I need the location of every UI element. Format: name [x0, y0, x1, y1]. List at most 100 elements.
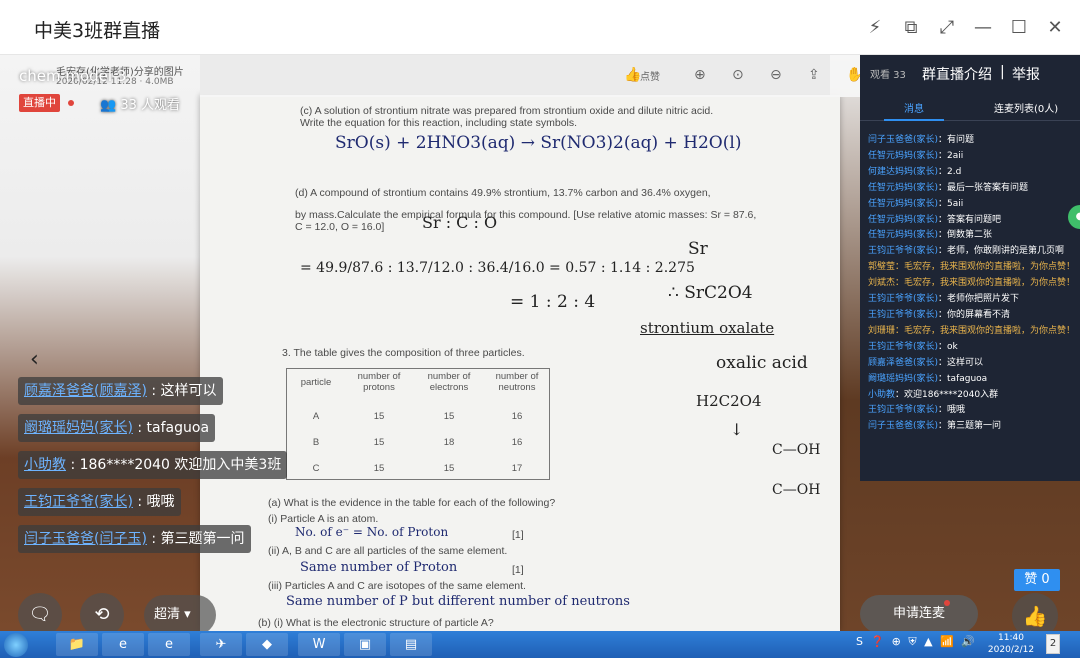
table-cell: B: [312, 437, 320, 448]
composition-table: particle number of protons number of ele…: [286, 368, 550, 480]
chat-user[interactable]: 刘斌杰: [868, 278, 895, 288]
chat-user[interactable]: 王钧正爷爷(家长): [868, 405, 938, 415]
chat-user[interactable]: 刘珊珊: [868, 326, 895, 336]
chat-user[interactable]: 王钧正爷爷(家长): [868, 294, 938, 304]
report-link[interactable]: 举报: [1012, 64, 1040, 84]
chat-user[interactable]: 闫子玉爸爸(家长): [868, 421, 938, 431]
tab-messages[interactable]: 消息: [904, 100, 924, 115]
question-3-text: 3. The table gives the composition of th…: [282, 347, 525, 359]
browser-icon[interactable]: e: [102, 633, 144, 656]
handwritten-structure-2: C—OH: [772, 482, 821, 498]
chat-user[interactable]: 任智元妈妈(家长): [868, 183, 938, 193]
danmaku-user[interactable]: 小助教: [24, 457, 66, 473]
minimize-button[interactable]: —: [968, 14, 998, 42]
chat-user[interactable]: 何建达妈妈(家长): [868, 167, 938, 177]
table-cell: C: [312, 463, 320, 474]
chat-text: ：老师，你敢刚讲的是第几页啊: [938, 246, 1065, 257]
people-icon: 👥: [100, 98, 121, 113]
handwritten-answer-aiii: Same number of P but different number of…: [286, 594, 630, 609]
table-cell: 16: [511, 411, 523, 422]
handwritten-equation: SrO(s) + 2HNO3(aq) → Sr(NO3)2(aq) + H2O(…: [335, 133, 742, 153]
chat-user[interactable]: 闫子玉爸爸(家长): [868, 135, 938, 145]
table-cell: 18: [443, 437, 455, 448]
chat-panel: 观看 33 群直播介绍 | 举报 消息 连麦列表(0人) 闫子玉爸爸(家长)：有…: [860, 55, 1080, 481]
chat-text: ：tafaguoa: [938, 373, 988, 384]
danmaku-message: 闫子玉爸爸(闫子玉) : 第三题第一问: [18, 525, 251, 553]
zoom-out-icon[interactable]: ⊖: [770, 67, 782, 83]
question-a-ii: (ii) A, B and C are all particles of the…: [268, 545, 508, 557]
thumbs-up-icon[interactable]: 👍: [1012, 593, 1058, 631]
start-button[interactable]: [4, 633, 28, 657]
show-desktop-button[interactable]: 2: [1046, 634, 1060, 654]
chat-text: ：毛宏存，我来围观你的直播啦，为你点赞！: [895, 262, 1076, 273]
watch-count: 观看 33: [870, 70, 906, 81]
viewer-count-text: 33 人观看: [120, 98, 181, 113]
chat-system-message: 郭璧莹：毛宏存，我来围观你的直播啦，为你点赞！: [868, 260, 1076, 276]
table-header: particle: [300, 377, 332, 388]
live-video-stage[interactable]: (c) A solution of strontium nitrate was …: [0, 55, 1080, 631]
word-icon[interactable]: W: [298, 633, 340, 656]
system-tray[interactable]: S ❓ ⊕ ⛨ ▲ 📶 🔊: [856, 635, 977, 649]
chat-text: ：5aii: [938, 198, 964, 209]
handwritten-sr: Sr: [688, 239, 708, 259]
zoom-reset-icon[interactable]: ⊙: [732, 67, 744, 83]
chat-user[interactable]: 任智元妈妈(家长): [868, 230, 938, 240]
chat-text: ：2aii: [938, 150, 964, 161]
handwritten-formula: ∴ SrC2O4: [668, 283, 753, 303]
chat-message: 任智元妈妈(家长)：5aii: [868, 197, 1076, 213]
app-icon[interactable]: ▤: [390, 633, 432, 656]
clock[interactable]: 11:40 2020/2/12: [986, 632, 1036, 656]
tab-mic-list[interactable]: 连麦列表(0人): [994, 100, 1058, 115]
question-a-i: (i) Particle A is an atom.: [268, 513, 379, 525]
table-cell: 15: [443, 411, 455, 422]
previous-image-button[interactable]: ‹: [30, 347, 39, 372]
chat-message: 闫子玉爸爸(家长)：第三题第一问: [868, 419, 1076, 435]
chat-user[interactable]: 王钧正爷爷(家长): [868, 246, 938, 256]
chat-user[interactable]: 任智元妈妈(家长): [868, 151, 938, 161]
like-icon[interactable]: 👍: [624, 67, 641, 83]
chat-text: ：这样可以: [938, 357, 984, 368]
caret-down-icon: ▾: [184, 607, 191, 622]
ie-icon[interactable]: e: [148, 633, 190, 656]
notification-dot: [944, 600, 950, 606]
chat-user[interactable]: 王钧正爷爷(家长): [868, 310, 938, 320]
chat-user[interactable]: 小助教: [868, 390, 895, 400]
window-title: 中美3班群直播: [34, 20, 161, 42]
chat-user[interactable]: 王钧正爷爷(家长): [868, 342, 938, 352]
chat-user[interactable]: 顾嘉泽爸爸(家长): [868, 358, 938, 368]
app-icon[interactable]: ▣: [344, 633, 386, 656]
fullscreen-icon[interactable]: ⤢: [932, 14, 962, 42]
lightning-icon[interactable]: ⚡: [860, 14, 890, 42]
like-label[interactable]: 点赞: [640, 68, 660, 83]
chat-message: 王钧正爷爷(家长)：老师，你敢刚讲的是第几页啊: [868, 244, 1076, 260]
danmaku-user[interactable]: 顾嘉泽爸爸(顾嘉泽): [24, 383, 147, 399]
share-icon[interactable]: ⇪: [808, 67, 820, 83]
rotate-icon[interactable]: ⟲: [80, 593, 124, 631]
chat-message-list[interactable]: 闫子玉爸爸(家长)：有问题 任智元妈妈(家长)：2aii 何建达妈妈(家长)：2…: [868, 133, 1076, 435]
app-icon[interactable]: ✈: [200, 633, 242, 656]
chat-text: ：欢迎186****2040入群: [895, 389, 999, 400]
file-explorer-icon[interactable]: 📁: [56, 633, 98, 656]
chat-user[interactable]: 任智元妈妈(家长): [868, 215, 938, 225]
chat-user[interactable]: 阚璐瑶妈妈(家长): [868, 374, 938, 384]
close-button[interactable]: ✕: [1040, 14, 1070, 42]
chat-user[interactable]: 郭璧莹: [868, 262, 895, 272]
worksheet-photo: (c) A solution of strontium nitrate was …: [200, 95, 840, 631]
chat-user[interactable]: 任智元妈妈(家长): [868, 199, 938, 209]
quality-select[interactable]: 超清 ▾: [144, 595, 216, 631]
danmaku-text: : 哦哦: [132, 494, 175, 510]
danmaku-user[interactable]: 阚璐瑶妈妈(家长): [24, 420, 133, 436]
chat-text: ：第三题第一问: [938, 421, 1002, 432]
pip-icon[interactable]: ⧉: [896, 14, 926, 42]
app-icon[interactable]: ◆: [246, 633, 288, 656]
chat-icon[interactable]: 🗨: [18, 593, 62, 631]
maximize-button[interactable]: ☐: [1004, 14, 1034, 42]
chat-message: 王钧正爷爷(家长)：你的屏幕看不清: [868, 308, 1076, 324]
zoom-in-icon[interactable]: ⊕: [694, 67, 706, 83]
danmaku-user[interactable]: 闫子玉爸爸(闫子玉): [24, 531, 147, 547]
taskbar: 📁 e e ✈ ◆ W ▣ ▤ S ❓ ⊕ ⛨ ▲ 📶 🔊 11:40 2020…: [0, 631, 1080, 658]
live-intro-link[interactable]: 群直播介绍: [922, 64, 992, 84]
title-bar: 中美3班群直播 ⚡ ⧉ ⤢ — ☐ ✕: [0, 0, 1080, 55]
apply-mic-button[interactable]: 申请连麦: [860, 595, 978, 631]
danmaku-user[interactable]: 王钧正爷爷(家长): [24, 494, 133, 510]
